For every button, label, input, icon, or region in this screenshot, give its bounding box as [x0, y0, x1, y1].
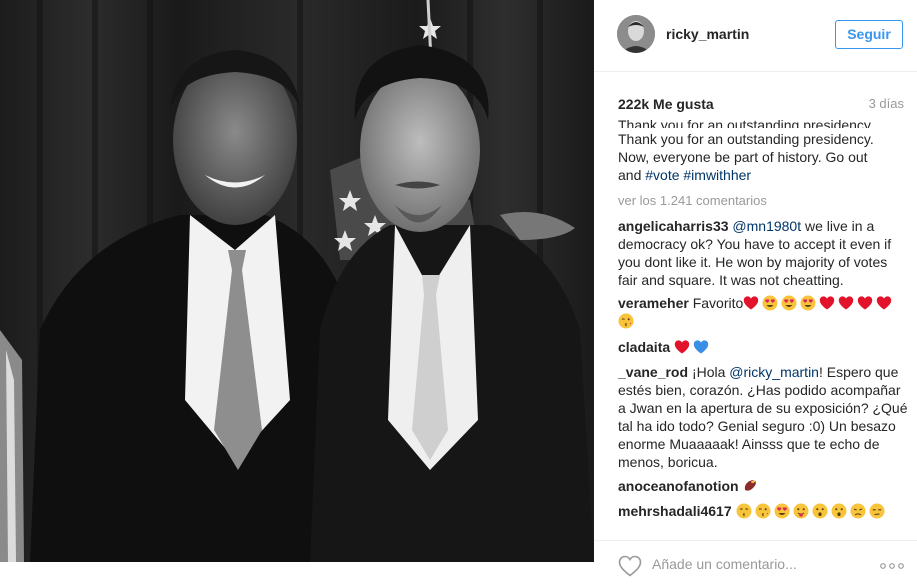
- disappointed-face-icon: [850, 503, 866, 519]
- caption-line-3: and #vote #imwithher: [618, 166, 908, 184]
- comment-text: Favorito: [692, 295, 744, 311]
- comment-text: ¡Hola: [691, 364, 726, 380]
- mention-link[interactable]: @mn1980t: [732, 218, 801, 234]
- post-username[interactable]: ricky_martin: [666, 26, 749, 42]
- add-comment-input[interactable]: [652, 552, 852, 576]
- heart-eyes-face-icon: [762, 295, 778, 311]
- caption-line-1: Thank you for an outstanding presidency.: [618, 131, 874, 147]
- comment-username[interactable]: mehrshadali4617: [618, 503, 732, 519]
- hashtag-link[interactable]: #vote: [645, 167, 679, 183]
- emoji-row: [742, 478, 761, 494]
- red-heart-icon: [858, 296, 873, 310]
- comment-item: anoceanofanotion: [618, 477, 908, 495]
- comment-item: _vane_rod ¡Hola @ricky_martin! Espero qu…: [618, 363, 908, 471]
- post-photo[interactable]: [0, 0, 594, 562]
- blue-heart-icon: [693, 340, 709, 354]
- post-photo-image: [0, 0, 594, 562]
- post-caption: Thank you for an outstanding presidency.…: [618, 130, 908, 184]
- comments-list[interactable]: Thank you for an outstanding presidency.…: [618, 120, 908, 528]
- kissing-wink-face-icon: [618, 313, 634, 329]
- red-heart-icon: [839, 296, 854, 310]
- hushed-face-icon: [812, 503, 828, 519]
- comment-username[interactable]: _vane_rod: [618, 364, 688, 380]
- hushed-face-icon: [831, 503, 847, 519]
- comment-item: angelicaharris33 @mn1980t we live in a d…: [618, 217, 908, 289]
- view-all-comments-link[interactable]: ver los 1.241 comentarios: [618, 192, 767, 210]
- avatar[interactable]: [617, 15, 655, 53]
- red-heart-icon: [674, 340, 690, 354]
- follow-button[interactable]: Seguir: [835, 20, 903, 49]
- caption-text: and: [618, 167, 642, 183]
- likes-count[interactable]: 222k Me gusta: [618, 96, 714, 112]
- comment-username[interactable]: anoceanofanotion: [618, 478, 739, 494]
- avatar-image: [617, 15, 655, 53]
- mention-link[interactable]: @ricky_martin: [729, 364, 819, 380]
- emoji-row: [736, 503, 888, 519]
- comment-username[interactable]: verameher: [618, 295, 689, 311]
- red-heart-icon: [744, 296, 759, 310]
- heart-eyes-face-icon: [774, 503, 790, 519]
- hashtag-link[interactable]: #imwithher: [683, 167, 751, 183]
- comment-username[interactable]: cladaita: [618, 339, 670, 355]
- heart-eyes-face-icon: [800, 295, 816, 311]
- comment-item: verameher Favorito: [618, 294, 908, 330]
- caption-line-2: Now, everyone be part of history. Go out: [618, 149, 868, 165]
- kissing-wink-face-icon: [755, 503, 771, 519]
- comment-item: cladaita: [618, 338, 908, 356]
- post-time[interactable]: 3 días: [869, 96, 904, 111]
- comment-bar: [594, 540, 917, 588]
- comment-item: mehrshadali4617: [618, 502, 908, 520]
- heart-eyes-face-icon: [781, 295, 797, 311]
- heart-outline-icon[interactable]: [618, 555, 642, 577]
- red-heart-icon: [820, 296, 835, 310]
- unamused-face-icon: [869, 503, 885, 519]
- caption-scrolled-line: Thank you for an outstanding presidency.: [618, 120, 874, 128]
- tongue-face-icon: [793, 503, 809, 519]
- red-heart-icon: [877, 296, 892, 310]
- emoji-row: [674, 339, 712, 355]
- kissing-smiling-eyes-face-icon: [736, 503, 752, 519]
- comment-username[interactable]: angelicaharris33: [618, 218, 729, 234]
- post-header: ricky_martin Seguir: [594, 0, 917, 72]
- more-options-icon[interactable]: [880, 563, 904, 569]
- sweet-potato-icon: [745, 480, 757, 491]
- post-side-panel: ricky_martin Seguir 222k Me gusta 3 días…: [594, 0, 917, 587]
